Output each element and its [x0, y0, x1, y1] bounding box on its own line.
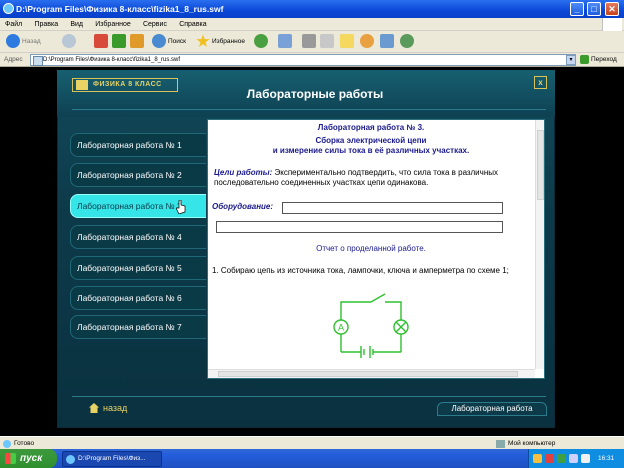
nav-lab-7[interactable]: Лабораторная работа № 7 [70, 315, 206, 339]
taskbar-item-ie[interactable]: D:\Program Files\Физ... [62, 451, 162, 467]
document-content[interactable]: Лабораторная работа № 3. Сборка электрич… [208, 120, 534, 369]
home-icon [130, 34, 144, 49]
mail-button[interactable] [278, 34, 294, 50]
menu-file[interactable]: Файл [0, 18, 27, 31]
equipment-field-1[interactable] [282, 202, 503, 214]
start-button[interactable]: пуск [0, 449, 57, 468]
users-icon [400, 34, 414, 49]
menu-tools[interactable]: Сервис [138, 18, 172, 31]
status-bar: Готово Мой компьютер [0, 436, 624, 449]
stop-icon [94, 34, 108, 49]
print-icon [302, 34, 316, 49]
footer-tab-lab[interactable]: Лабораторная работа [437, 402, 547, 416]
goal-paragraph: Цели работы: Экспериментально подтвердит… [214, 168, 528, 188]
nav-lab-2[interactable]: Лабораторная работа № 2 [70, 163, 206, 187]
favorites-button[interactable]: Избранное [196, 34, 245, 50]
history-button[interactable] [254, 34, 270, 50]
computer-icon [496, 440, 505, 448]
address-input[interactable]: D:\Program Files\Физика 8-класс\fizika1_… [30, 54, 576, 66]
menu-help[interactable]: Справка [174, 18, 211, 31]
users-button[interactable] [400, 34, 416, 50]
window-title: D:\Program Files\Физика 8-класс\fizika1_… [16, 4, 224, 14]
goal-label: Цели работы: [214, 168, 273, 177]
back-button[interactable]: Назад [6, 34, 41, 50]
search-button[interactable]: Поиск [152, 34, 186, 50]
windows-logo-icon [602, 18, 622, 31]
tray-icon-2[interactable] [545, 454, 554, 463]
nav-lab-5[interactable]: Лабораторная работа № 5 [70, 256, 206, 280]
tray-icon-1[interactable] [533, 454, 542, 463]
refresh-button[interactable] [112, 34, 128, 50]
lab-subtitle-1: Сборка электрической цепи [315, 136, 427, 145]
header-divider [72, 109, 546, 110]
forward-button[interactable] [62, 34, 78, 50]
nav-lab-6[interactable]: Лабораторная работа № 6 [70, 286, 206, 310]
star-icon [196, 34, 210, 48]
hand-cursor-icon [176, 200, 186, 214]
footer-divider [72, 396, 546, 397]
tray-icon-4[interactable] [569, 454, 578, 463]
discuss-icon [380, 34, 394, 49]
toolbar: Назад Поиск Избранное [0, 31, 624, 53]
ie-icon [3, 3, 14, 14]
messenger-button[interactable] [360, 34, 376, 50]
home-button[interactable] [130, 34, 146, 50]
app-close-button[interactable]: x [534, 76, 547, 89]
menu-view[interactable]: Вид [65, 18, 88, 31]
mail-icon [278, 34, 292, 49]
discuss-button[interactable] [380, 34, 396, 50]
scrollbar-thumb[interactable] [537, 130, 544, 200]
history-icon [254, 34, 268, 49]
scrollbar-thumb[interactable] [218, 371, 518, 377]
search-icon [152, 34, 166, 49]
page-title: Лабораторные работы [246, 87, 384, 101]
page-icon [3, 440, 11, 448]
address-dropdown-icon[interactable]: ▾ [566, 55, 576, 65]
stop-button[interactable] [94, 34, 110, 50]
back-link[interactable]: назад [89, 402, 127, 414]
menu-favorites[interactable]: Избранное [90, 18, 135, 31]
report-heading: Отчет о проделанной работе. [316, 244, 426, 253]
lab-title: Лабораторная работа № 3. [317, 123, 425, 132]
document-horizontal-scrollbar[interactable] [208, 369, 535, 378]
equipment-label: Оборудование: [212, 202, 274, 211]
lab-subtitle-2: и измерение силы тока в её различных уча… [272, 146, 470, 155]
address-bar: Адрес D:\Program Files\Физика 8-класс\fi… [0, 53, 624, 67]
close-button[interactable]: ✕ [605, 2, 619, 16]
refresh-icon [112, 34, 126, 49]
print-button[interactable] [302, 34, 318, 50]
nav-lab-4[interactable]: Лабораторная работа № 4 [70, 225, 206, 249]
edit-button[interactable] [320, 34, 336, 50]
forward-arrow-icon [62, 34, 76, 49]
menu-bar: Файл Правка Вид Избранное Сервис Справка [0, 18, 624, 31]
tray-icon-3[interactable] [557, 454, 566, 463]
at-icon [360, 34, 374, 49]
nav-lab-1[interactable]: Лабораторная работа № 1 [70, 133, 206, 157]
window-title-bar[interactable]: D:\Program Files\Физика 8-класс\fizika1_… [0, 0, 624, 18]
document-vertical-scrollbar[interactable] [535, 120, 544, 369]
menu-edit[interactable]: Правка [29, 18, 63, 31]
back-arrow-icon [6, 34, 20, 49]
maximize-button[interactable]: □ [587, 2, 601, 16]
step-1-text: 1. Собираю цепь из источника тока, лампо… [212, 266, 509, 275]
address-label: Адрес [4, 56, 23, 63]
app-logo: ФИЗИКА 8 КЛАСС [72, 78, 178, 92]
go-button[interactable]: Переход [580, 54, 617, 66]
notes-icon [340, 34, 354, 49]
minimize-button[interactable]: _ [570, 2, 584, 16]
volume-icon[interactable] [581, 454, 590, 463]
edit-icon [320, 34, 334, 49]
notes-button[interactable] [340, 34, 356, 50]
circuit-diagram: A [333, 293, 409, 358]
svg-text:A: A [338, 323, 344, 333]
clock: 16:31 [598, 455, 615, 462]
equipment-field-2[interactable] [216, 221, 503, 233]
